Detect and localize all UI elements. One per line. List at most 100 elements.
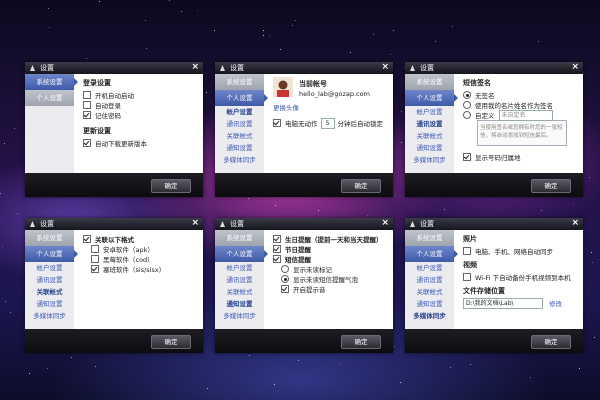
change-avatar-link[interactable]: 更换头像 — [273, 102, 299, 112]
custom-signature-input[interactable]: 未自定名 — [498, 109, 553, 121]
sidebar-item-personal[interactable]: 个人设置 — [25, 90, 74, 106]
app-logo-icon — [410, 65, 415, 71]
sidebar-item-sync[interactable]: 多媒体同步 — [405, 310, 454, 322]
sidebar-item-relation[interactable]: 关联帐式 — [215, 130, 264, 142]
video-backup-checkbox[interactable]: Wi-Fi 下自动备份手机视频到本机 — [463, 272, 579, 282]
sidebar-item-sync[interactable]: 多媒体同步 — [215, 310, 264, 322]
sidebar-item-system[interactable]: 系统设置 — [405, 230, 454, 246]
sidebar-item-account[interactable]: 帐户设置 — [405, 106, 454, 118]
sidebar-item-system[interactable]: 系统设置 — [25, 74, 78, 90]
star — [298, 360, 299, 361]
sound-checkbox[interactable]: 开启提示音 — [281, 284, 389, 294]
associate-formats-checkbox[interactable]: 关联以下格式 — [83, 234, 199, 244]
modify-folder-link[interactable]: 修改 — [549, 298, 562, 308]
sidebar-item-relation[interactable]: 关联帐式 — [405, 286, 454, 298]
star — [400, 382, 401, 383]
show-location-checkbox[interactable]: 显示号码归属地 — [463, 152, 579, 162]
sidebar-item-comm[interactable]: 通讯设置 — [215, 118, 264, 130]
ok-button[interactable]: 确定 — [531, 179, 571, 193]
sidebar-item-personal[interactable]: 个人设置 — [215, 246, 268, 262]
card-signature-radio[interactable]: 使用我的名片姓名作为签名 — [463, 100, 579, 110]
sidebar-item-account[interactable]: 帐户设置 — [215, 262, 264, 274]
star — [248, 198, 249, 199]
photo-title: 照片 — [463, 235, 477, 243]
auto-login-checkbox[interactable]: 自动登录 — [83, 100, 199, 110]
unread-popup-radio[interactable]: 显示未读短信提醒气泡 — [281, 274, 389, 284]
festival-reminder-checkbox[interactable]: 节日提醒 — [273, 244, 389, 254]
ok-button[interactable]: 确定 — [341, 335, 381, 349]
sidebar-item-comm[interactable]: 通讯设置 — [25, 274, 74, 286]
sms-reminder-checkbox[interactable]: 短信提醒 — [273, 254, 389, 264]
star — [450, 367, 451, 368]
title-bar: 设置 × — [405, 218, 583, 230]
sidebar-item-notify[interactable]: 通知设置 — [215, 142, 264, 154]
ok-button[interactable]: 确定 — [531, 335, 571, 349]
sidebar-item-relation[interactable]: 关联帐式 — [405, 130, 454, 142]
ok-button[interactable]: 确定 — [341, 179, 381, 193]
idle-minutes-input[interactable]: 5 — [320, 117, 335, 129]
radio-icon — [281, 265, 289, 273]
window-title: 设置 — [230, 64, 244, 72]
folder-path-input[interactable]: D:\我的文档\Lab\ — [463, 297, 543, 309]
no-signature-radio[interactable]: 无签名 — [463, 90, 579, 100]
sidebar-item-system[interactable]: 系统设置 — [215, 230, 264, 246]
sidebar-item-sync[interactable]: 多媒体同步 — [25, 310, 74, 322]
ok-button[interactable]: 确定 — [151, 179, 191, 193]
sidebar-item-system[interactable]: 系统设置 — [215, 74, 264, 90]
sidebar-item-personal[interactable]: 个人设置 — [405, 246, 458, 262]
sidebar-item-personal[interactable]: 个人设置 — [405, 90, 458, 106]
radio-checked-icon — [281, 275, 289, 283]
birthday-reminder-checkbox[interactable]: 生日提醒（提前一天和当天提醒） — [273, 234, 389, 244]
sidebar-item-notify[interactable]: 通知设置 — [405, 298, 454, 310]
sidebar-item-comm[interactable]: 通讯设置 — [405, 118, 454, 130]
star — [99, 1, 100, 2]
sidebar-item-account[interactable]: 帐户设置 — [405, 262, 454, 274]
idle-lock-checkbox[interactable] — [273, 119, 281, 127]
star — [579, 368, 580, 369]
close-icon[interactable]: × — [191, 62, 199, 73]
title-bar: 设置 × — [215, 218, 393, 230]
ok-button[interactable]: 确定 — [151, 335, 191, 349]
sidebar-item-relation[interactable]: 关联帐式 — [215, 286, 264, 298]
unread-mark-radio[interactable]: 显示未读标记 — [281, 264, 389, 274]
sidebar-item-comm[interactable]: 通讯设置 — [405, 274, 454, 286]
star — [393, 30, 394, 31]
cod-checkbox[interactable]: 黑莓软件（cod） — [91, 254, 199, 264]
star — [263, 35, 264, 36]
sidebar-item-personal[interactable]: 个人设置 — [25, 246, 78, 262]
close-icon[interactable]: × — [381, 62, 389, 73]
remember-password-checkbox[interactable]: 记住密码 — [83, 110, 199, 120]
radio-icon — [463, 101, 471, 109]
auto-start-checkbox[interactable]: 开机自动启动 — [83, 90, 199, 100]
close-icon[interactable]: × — [191, 218, 199, 229]
window-title: 设置 — [420, 220, 434, 228]
close-icon[interactable]: × — [571, 62, 579, 73]
sidebar-item-relation[interactable]: 关联帐式 — [25, 286, 74, 298]
sidebar-item-account[interactable]: 帐户设置 — [25, 262, 74, 274]
photo-sync-checkbox[interactable]: 电脑、手机、网络自动同步 — [463, 246, 579, 256]
signature-hint-textarea: 当使用签名或您拥有时您的一张短信，将自动添加到短信最后。 — [477, 120, 567, 146]
sidebar: 系统设置 个人设置 帐户设置 通讯设置 关联帐式 通知设置 多媒体同步 — [405, 74, 458, 173]
sis-checkbox[interactable]: 塞班软件（sis/sisx） — [91, 264, 199, 274]
sidebar-item-system[interactable]: 系统设置 — [25, 230, 74, 246]
radio-checked-icon — [463, 91, 471, 99]
apk-checkbox[interactable]: 安卓软件（apk） — [91, 244, 199, 254]
sidebar-item-comm[interactable]: 通讯设置 — [215, 274, 264, 286]
sidebar-item-system[interactable]: 系统设置 — [405, 74, 454, 90]
sidebar-item-account[interactable]: 帐户设置 — [215, 106, 264, 118]
checkbox-icon — [463, 273, 471, 281]
sidebar-item-sync[interactable]: 多媒体同步 — [405, 154, 454, 166]
sidebar-item-notify[interactable]: 通知设置 — [25, 298, 74, 310]
close-icon[interactable]: × — [381, 218, 389, 229]
close-icon[interactable]: × — [571, 218, 579, 229]
star — [86, 58, 87, 59]
sidebar-item-notify[interactable]: 通知设置 — [405, 142, 454, 154]
auto-update-checkbox[interactable]: 自动下载更新版本 — [83, 138, 199, 148]
custom-signature-radio[interactable]: 自定义 未自定名 — [463, 109, 579, 121]
sidebar-item-notify[interactable]: 通知设置 — [215, 298, 264, 310]
sidebar-item-sync[interactable]: 多媒体同步 — [215, 154, 264, 166]
window-footer: 确定 — [215, 329, 393, 353]
sidebar-item-personal[interactable]: 个人设置 — [215, 90, 268, 106]
star — [394, 346, 395, 347]
star — [10, 312, 11, 313]
